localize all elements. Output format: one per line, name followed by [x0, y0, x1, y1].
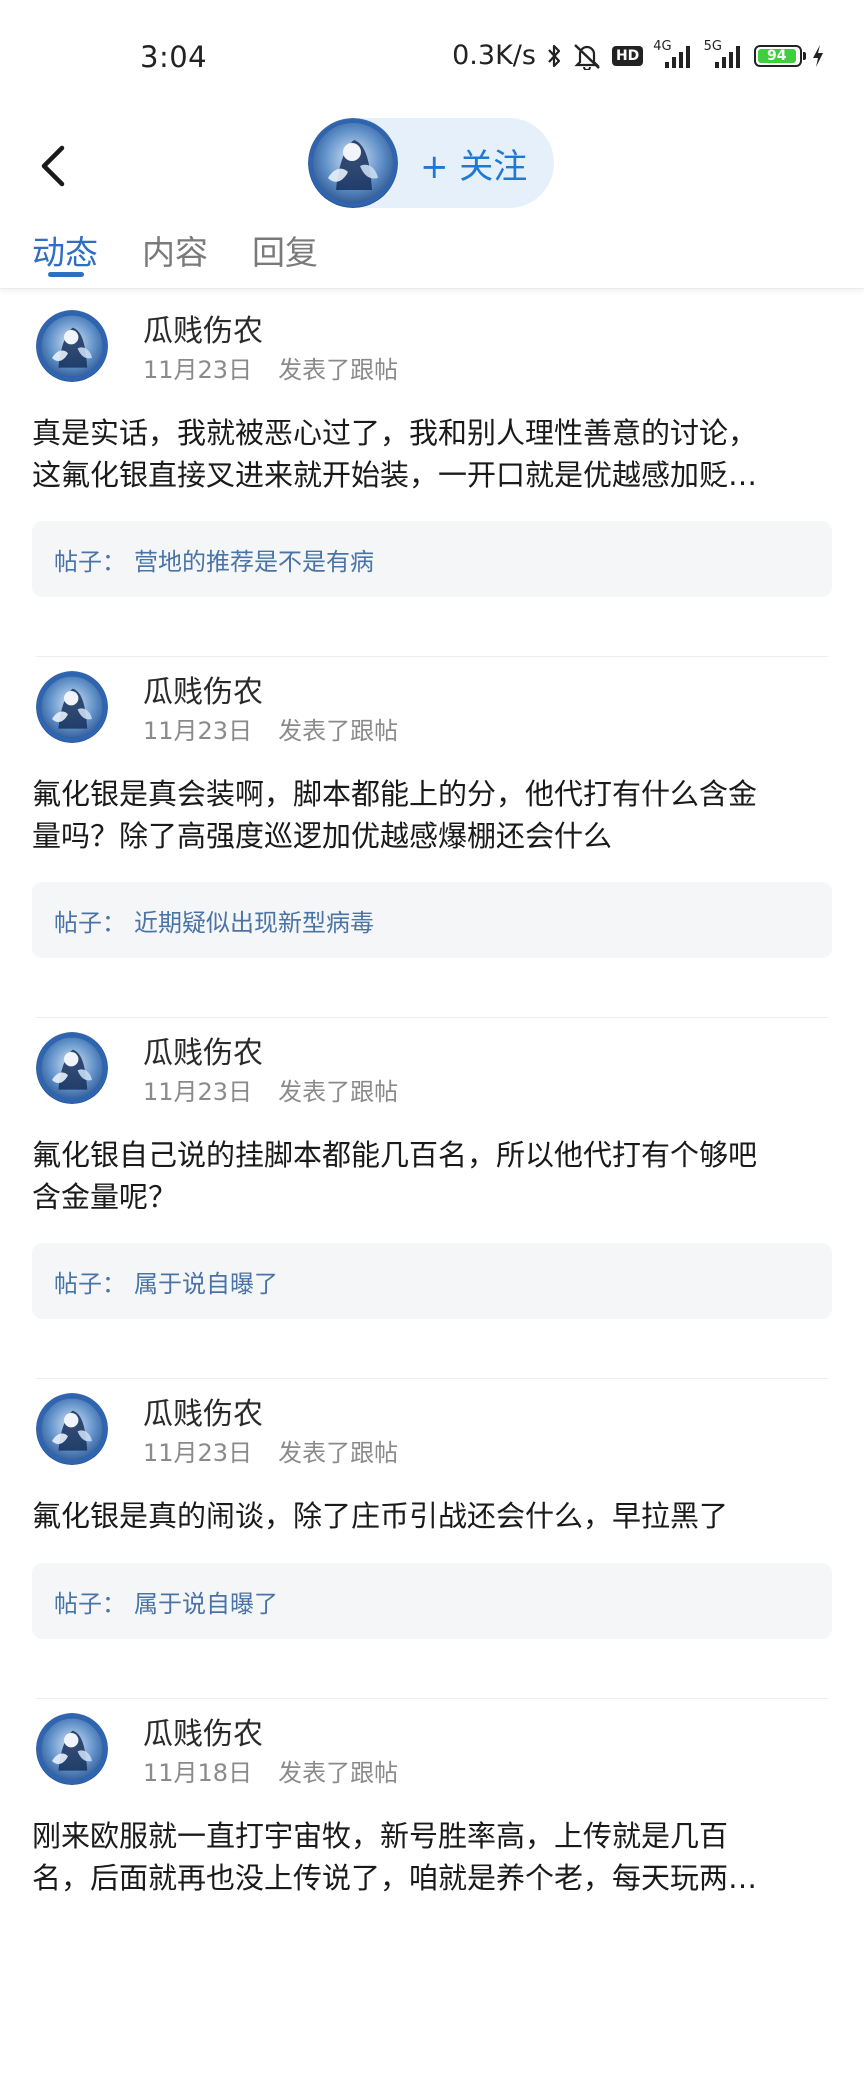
post-action: 发表了跟帖	[278, 717, 399, 745]
signal-icon-sim1: 4G	[653, 39, 693, 68]
sim1-network-label: 4G	[653, 39, 672, 54]
post-meta: 11月23日 发表了跟帖	[143, 350, 398, 385]
post-text[interactable]: 氟化银是真的闹谈，除了庄币引战还会什么，早拉黑了	[32, 1495, 832, 1537]
battery-level: 94	[758, 48, 796, 64]
post-text-line: 这氟化银直接叉进来就开始装，一开口就是优越感加贬…	[32, 458, 758, 492]
post-text[interactable]: 真是实话，我就被恶心过了，我和别人理性善意的讨论， 这氟化银直接叉进来就开始装，…	[32, 412, 832, 496]
profile-pill: + 关注	[308, 118, 554, 208]
status-time: 3:04	[140, 40, 208, 74]
list-item[interactable]: 瓜贱伤农 11月23日 发表了跟帖 氟化银自己说的挂脚本都能几百名，所以他代打有…	[0, 1018, 864, 1379]
thread-link-title: 属于说自曝了	[134, 1589, 278, 1618]
post-action: 发表了跟帖	[278, 356, 399, 384]
tab-replies[interactable]: 回复	[252, 226, 318, 274]
post-text[interactable]: 氟化银自己说的挂脚本都能几百名，所以他代打有个够吧 含金量呢？	[32, 1134, 832, 1218]
avatar[interactable]	[36, 1032, 108, 1104]
thread-link[interactable]: 帖子： 近期疑似出现新型病毒	[32, 882, 832, 958]
post-author[interactable]: 瓜贱伤农	[143, 667, 263, 711]
thread-link-title: 属于说自曝了	[134, 1269, 278, 1298]
tab-dynamics[interactable]: 动态	[32, 226, 98, 274]
thread-link[interactable]: 帖子： 属于说自曝了	[32, 1243, 832, 1319]
post-text-line: 名，后面就再也没上传说了，咱就是养个老，每天玩两…	[32, 1861, 758, 1895]
post-date: 11月23日	[143, 717, 253, 745]
profile-header: + 关注	[0, 118, 864, 218]
post-author[interactable]: 瓜贱伤农	[143, 306, 263, 350]
thread-link[interactable]: 帖子： 属于说自曝了	[32, 1563, 832, 1639]
post-meta: 11月18日 发表了跟帖	[143, 1753, 398, 1788]
post-text-line: 氟化银是真的闹谈，除了庄币引战还会什么，早拉黑了	[32, 1499, 729, 1533]
chevron-left-icon	[41, 145, 65, 187]
status-bar: 3:04 0.3K/s HD 4G 5G 94	[0, 0, 864, 118]
list-item[interactable]: 瓜贱伤农 11月23日 发表了跟帖 氟化银是真的闹谈，除了庄币引战还会什么，早拉…	[0, 1379, 864, 1699]
post-date: 11月23日	[143, 356, 253, 384]
tab-content[interactable]: 内容	[142, 226, 208, 274]
thread-link-label: 帖子：	[54, 1269, 126, 1298]
thread-link-title: 近期疑似出现新型病毒	[134, 908, 374, 937]
thread-link-label: 帖子：	[54, 547, 126, 576]
post-action: 发表了跟帖	[278, 1439, 399, 1467]
back-button[interactable]	[28, 136, 78, 196]
tab-active-indicator	[48, 272, 84, 277]
post-text-line: 真是实话，我就被恶心过了，我和别人理性善意的讨论，	[32, 416, 758, 450]
post-meta: 11月23日 发表了跟帖	[143, 1072, 398, 1107]
post-date: 11月23日	[143, 1439, 253, 1467]
signal-icon-sim2: 5G	[704, 39, 744, 68]
avatar[interactable]	[36, 310, 108, 382]
post-text[interactable]: 氟化银是真会装啊，脚本都能上的分，他代打有什么含金 量吗？除了高强度巡逻加优越感…	[32, 773, 832, 857]
post-meta: 11月23日 发表了跟帖	[143, 1433, 398, 1468]
thread-link[interactable]: 帖子： 营地的推荐是不是有病	[32, 521, 832, 597]
post-text-line: 刚来欧服就一直打宇宙牧，新号胜率高，上传就是几百	[32, 1819, 729, 1853]
net-speed: 0.3K/s	[452, 40, 536, 71]
hd-badge: HD	[611, 45, 644, 66]
thread-link-label: 帖子：	[54, 1589, 126, 1618]
thread-link-title: 营地的推荐是不是有病	[134, 547, 374, 576]
activity-feed: 瓜贱伤农 11月23日 发表了跟帖 真是实话，我就被恶心过了，我和别人理性善意的…	[0, 296, 864, 2099]
post-date: 11月18日	[143, 1759, 253, 1787]
list-item[interactable]: 瓜贱伤农 11月23日 发表了跟帖 氟化银是真会装啊，脚本都能上的分，他代打有什…	[0, 657, 864, 1018]
sim2-network-label: 5G	[703, 39, 722, 54]
battery-icon: 94	[754, 44, 806, 67]
list-item[interactable]: 瓜贱伤农 11月23日 发表了跟帖 真是实话，我就被恶心过了，我和别人理性善意的…	[0, 296, 864, 657]
post-author[interactable]: 瓜贱伤农	[143, 1028, 263, 1072]
post-text-line: 量吗？除了高强度巡逻加优越感爆棚还会什么	[32, 819, 613, 853]
charging-icon	[812, 44, 824, 68]
post-text-line: 含金量呢？	[32, 1180, 178, 1214]
avatar[interactable]	[36, 1393, 108, 1465]
post-author[interactable]: 瓜贱伤农	[143, 1389, 263, 1433]
status-indicators: 0.3K/s HD 4G 5G 94	[452, 39, 824, 71]
tab-bar: 动态 内容 回复	[0, 222, 864, 289]
avatar[interactable]	[36, 1713, 108, 1785]
thread-link-label: 帖子：	[54, 908, 126, 937]
post-action: 发表了跟帖	[278, 1759, 399, 1787]
follow-button[interactable]: + 关注	[420, 118, 527, 208]
post-text-line: 氟化银自己说的挂脚本都能几百名，所以他代打有个够吧	[32, 1138, 758, 1172]
list-item[interactable]: 瓜贱伤农 11月18日 发表了跟帖 刚来欧服就一直打宇宙牧，新号胜率高，上传就是…	[0, 1699, 864, 2099]
post-author[interactable]: 瓜贱伤农	[143, 1709, 263, 1753]
post-date: 11月23日	[143, 1078, 253, 1106]
post-text[interactable]: 刚来欧服就一直打宇宙牧，新号胜率高，上传就是几百 名，后面就再也没上传说了，咱就…	[32, 1815, 832, 1899]
post-text-line: 氟化银是真会装啊，脚本都能上的分，他代打有什么含金	[32, 777, 758, 811]
post-action: 发表了跟帖	[278, 1078, 399, 1106]
mute-icon	[572, 42, 602, 70]
bluetooth-icon	[546, 43, 562, 69]
avatar[interactable]	[36, 671, 108, 743]
post-meta: 11月23日 发表了跟帖	[143, 711, 398, 746]
avatar[interactable]	[308, 118, 398, 208]
